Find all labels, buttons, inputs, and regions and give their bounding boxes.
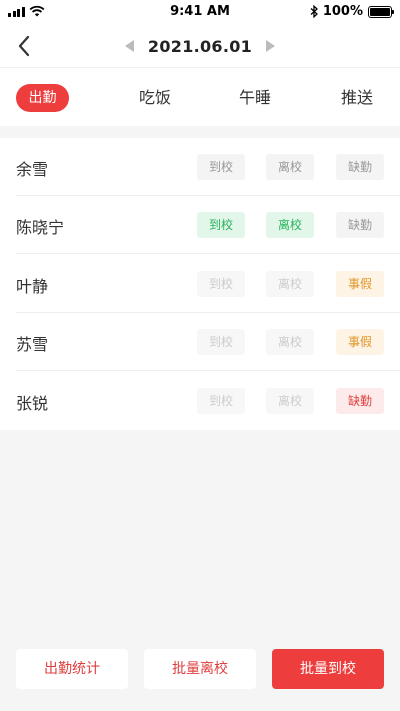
- category-tabs: 出勤 吃饭 午睡 推送: [0, 68, 400, 126]
- battery-icon: [368, 5, 394, 18]
- leave-button[interactable]: 离校: [266, 388, 314, 414]
- bluetooth-icon: [310, 5, 318, 18]
- arrive-button[interactable]: 到校: [197, 154, 245, 180]
- student-name: 苏雪: [16, 335, 49, 354]
- list-item: 陈晓宁 到校 离校 缺勤: [0, 196, 400, 254]
- absent-button[interactable]: 缺勤: [336, 212, 384, 238]
- batch-arrive-button[interactable]: 批量到校: [272, 649, 384, 689]
- leave-button[interactable]: 离校: [266, 154, 314, 180]
- status-bar: 9:41 AM 100%: [0, 0, 400, 24]
- attendance-stats-button[interactable]: 出勤统计: [16, 649, 128, 689]
- back-button[interactable]: [12, 32, 36, 60]
- battery-percent: 100%: [322, 4, 363, 19]
- student-name: 叶静: [16, 277, 49, 296]
- status-right: 100%: [310, 4, 394, 19]
- student-name: 张锐: [16, 394, 49, 413]
- divider: [16, 370, 400, 371]
- leave-button[interactable]: 离校: [266, 329, 314, 355]
- tab-nap[interactable]: 午睡: [230, 84, 280, 112]
- next-date-icon[interactable]: [266, 40, 276, 52]
- divider: [16, 253, 400, 254]
- tab-attendance[interactable]: 出勤: [16, 84, 69, 112]
- student-name: 陈晓宁: [16, 218, 65, 237]
- arrive-button[interactable]: 到校: [197, 271, 245, 297]
- leave-of-absence-button[interactable]: 事假: [336, 271, 384, 297]
- arrive-button[interactable]: 到校: [197, 388, 245, 414]
- leave-button[interactable]: 离校: [266, 212, 314, 238]
- list-item: 叶静 到校 离校 事假: [0, 255, 400, 313]
- current-date: 2021.06.01: [147, 36, 253, 56]
- tab-push[interactable]: 推送: [332, 84, 382, 112]
- list-item: 苏雪 到校 离校 事假: [0, 313, 400, 371]
- leave-button[interactable]: 离校: [266, 271, 314, 297]
- previous-date-icon[interactable]: [124, 40, 134, 52]
- arrive-button[interactable]: 到校: [197, 212, 245, 238]
- leave-of-absence-button[interactable]: 事假: [336, 329, 384, 355]
- chevron-left-icon: [18, 35, 30, 57]
- batch-leave-button[interactable]: 批量离校: [144, 649, 256, 689]
- student-list: 余雪 到校 离校 缺勤 陈晓宁 到校 离校 缺勤 叶静 到校 离校 事假 苏雪 …: [0, 138, 400, 430]
- absent-button[interactable]: 缺勤: [336, 388, 384, 414]
- tab-meal[interactable]: 吃饭: [130, 84, 180, 112]
- date-selector: 2021.06.01: [0, 24, 400, 68]
- nav-bar: 2021.06.01: [0, 24, 400, 68]
- absent-button[interactable]: 缺勤: [336, 154, 384, 180]
- student-name: 余雪: [16, 160, 49, 179]
- arrive-button[interactable]: 到校: [197, 329, 245, 355]
- list-item: 余雪 到校 离校 缺勤: [0, 138, 400, 196]
- list-item: 张锐 到校 离校 缺勤: [0, 372, 400, 430]
